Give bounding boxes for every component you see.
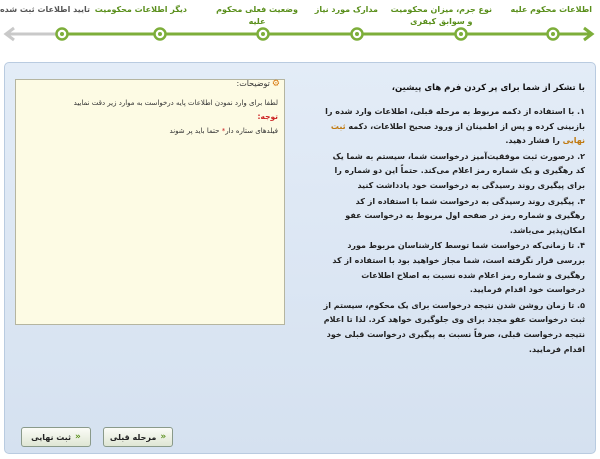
previous-step-button[interactable]: « مرحله قبلی [103, 427, 173, 447]
wizard-step-dot-6 [60, 32, 64, 36]
wizard-step-dot-1 [551, 32, 555, 36]
double-chevron-left-icon: « [75, 432, 81, 442]
notes-line-2: فیلدهای ستاره دار* حتما باید پر شوند [169, 127, 278, 135]
wizard-step-dot-5 [158, 32, 162, 36]
wizard-step-3-label[interactable]: مدارک مورد نیاز [315, 4, 378, 16]
wizard-step-4-label[interactable]: وضعیت فعلی محکوم علیه [216, 4, 298, 28]
instruction-item-4: ۴. تا زمانی‌که درخواست شما توسط کارشناسا… [332, 241, 585, 295]
final-submit-button[interactable]: « ثبت نهایی [21, 427, 91, 447]
final-confirm-panel: با تشکر از شما برای پر کردن فرم های پیشی… [4, 62, 596, 454]
double-chevron-left-icon: « [160, 432, 167, 442]
instruction-item-5: ۵. تا زمان روشن شدن نتیجه درخواست برای ی… [323, 300, 585, 354]
wizard-step-1-label[interactable]: اطلاعات محکوم علیه [510, 4, 592, 16]
notes-body: لطفا برای وارد نمودن اطلاعات پایه درخواس… [20, 96, 278, 138]
instruction-item-1: ۱. با استفاده از دکمه مربوط به مرحله قبل… [325, 107, 585, 146]
instruction-item-2: ۲. درصورت ثبت موفقیت‌آمیز درخواست شما، س… [332, 151, 585, 190]
wizard-step-dot-4 [261, 32, 265, 36]
instructions-list: ۱. با استفاده از دکمه مربوط به مرحله قبل… [323, 105, 585, 358]
notes-line-1: لطفا برای وارد نمودن اطلاعات پایه درخواس… [73, 99, 278, 107]
wizard-step-2-label[interactable]: نوع جرم، میزان محکومیت و سوابق کیفری [391, 4, 492, 28]
notes-header: ⚙توضیحات: [236, 79, 280, 89]
wizard-step-dot-3 [355, 32, 359, 36]
instruction-item-3: ۳. پیگیری روند رسیدگی به درخواست شما با … [345, 196, 585, 235]
wizard-progress: اطلاعات محکوم علیه نوع جرم، میزان محکومی… [0, 0, 600, 46]
notes-attention: توجه: [257, 112, 278, 121]
gear-icon: ⚙ [271, 79, 280, 89]
wizard-step-dot-2 [459, 32, 463, 36]
notes-box: ⚙توضیحات: لطفا برای وارد نمودن اطلاعات پ… [15, 79, 285, 325]
wizard-step-5-label[interactable]: دیگر اطلاعات محکومیت [95, 4, 187, 16]
wizard-step-6-label: تایید اطلاعات ثبت شده [0, 5, 90, 14]
intro-title: با تشکر از شما برای پر کردن فرم های پیشی… [391, 83, 585, 93]
